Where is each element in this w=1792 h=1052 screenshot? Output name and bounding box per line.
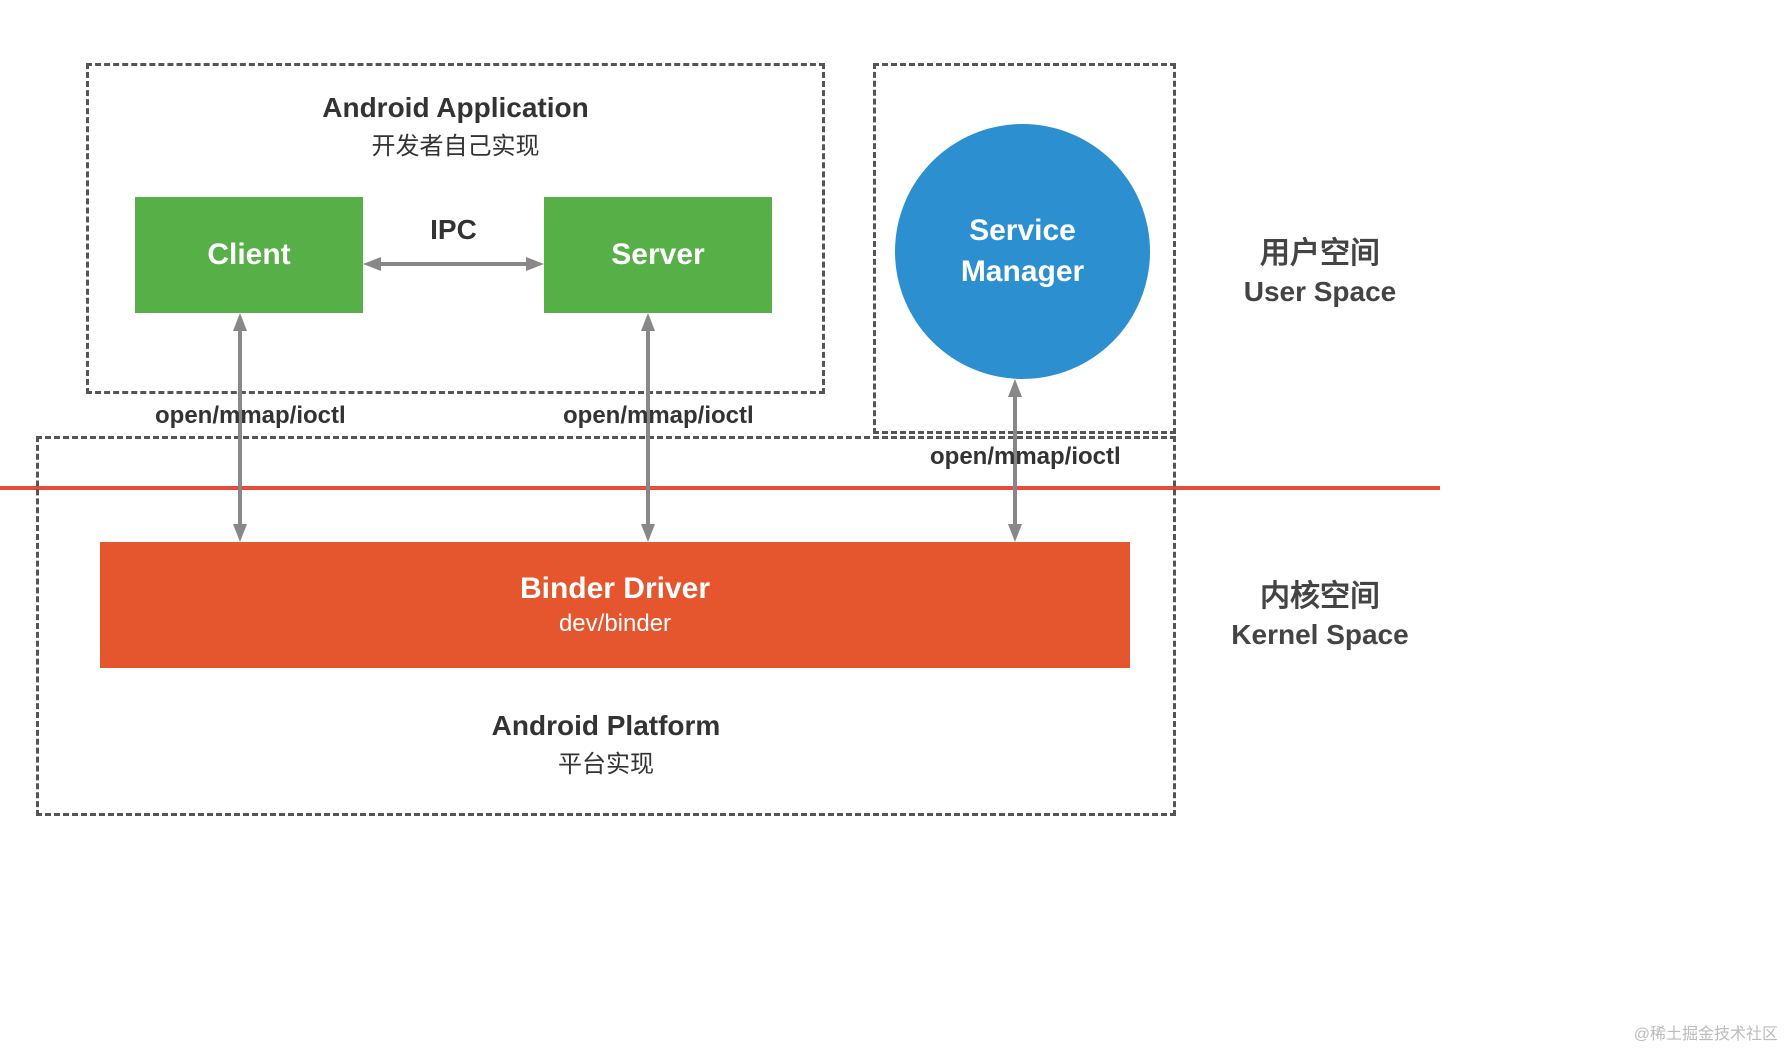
ipc-arrow xyxy=(363,254,544,274)
android-platform-label: Android Platform 平台实现 xyxy=(36,710,1176,779)
user-space-cn: 用户空间 xyxy=(1210,228,1430,272)
android-platform-title: Android Platform xyxy=(36,710,1176,742)
service-manager-circle: Service Manager xyxy=(895,124,1150,379)
server-syscall-label: open/mmap/ioctl xyxy=(563,402,754,430)
binder-driver-box: Binder Driver dev/binder xyxy=(100,542,1130,668)
user-space-label: 用户空间 User Space xyxy=(1210,228,1430,308)
binder-driver-title: Binder Driver xyxy=(520,572,710,606)
user-space-en: User Space xyxy=(1210,276,1430,308)
watermark: @稀土掘金技术社区 xyxy=(1634,1020,1778,1044)
server-box: Server xyxy=(544,197,772,313)
client-syscall-label: open/mmap/ioctl xyxy=(155,402,346,430)
service-manager-label: Service Manager xyxy=(961,211,1084,292)
manager-syscall-label: open/mmap/ioctl xyxy=(930,443,1121,471)
client-label: Client xyxy=(207,238,290,272)
kernel-space-en: Kernel Space xyxy=(1210,619,1430,651)
client-box: Client xyxy=(135,197,363,313)
diagram-canvas: Android Application 开发者自己实现 Client Serve… xyxy=(0,0,1792,1052)
server-label: Server xyxy=(611,238,704,272)
android-platform-subtitle: 平台实现 xyxy=(36,744,1176,779)
ipc-label: IPC xyxy=(363,214,544,246)
android-application-title: Android Application xyxy=(86,92,825,124)
binder-driver-subtitle: dev/binder xyxy=(559,610,671,638)
android-application-subtitle: 开发者自己实现 xyxy=(86,126,825,161)
android-application-label: Android Application 开发者自己实现 xyxy=(86,92,825,161)
kernel-space-cn: 内核空间 xyxy=(1210,571,1430,615)
kernel-space-label: 内核空间 Kernel Space xyxy=(1210,571,1430,651)
